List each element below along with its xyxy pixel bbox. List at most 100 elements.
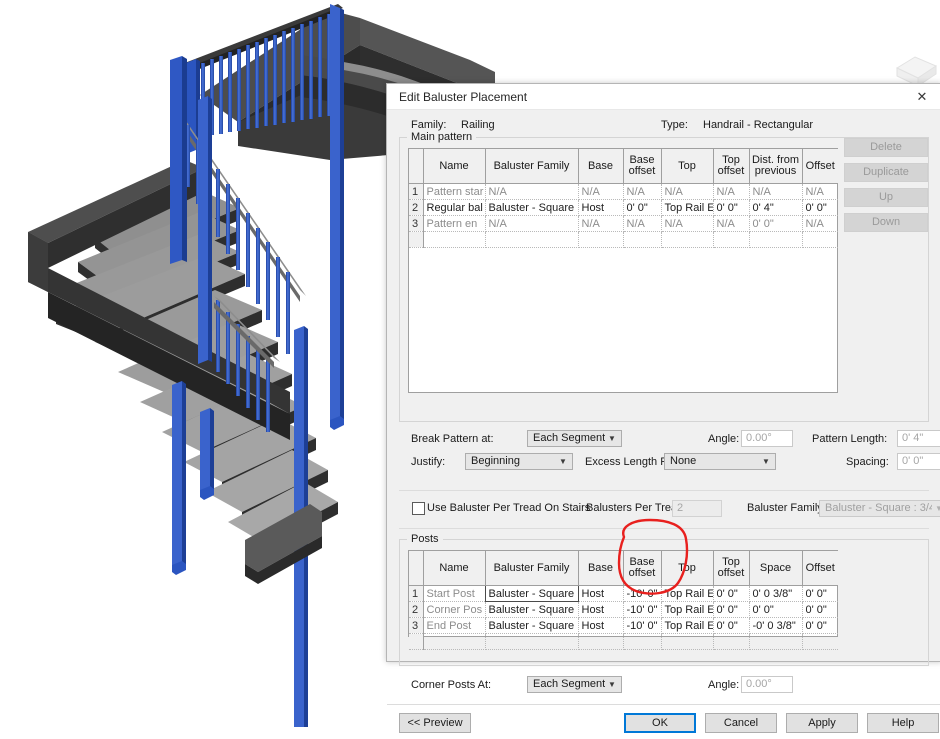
cell-base[interactable]: Host <box>578 618 623 634</box>
cell-family[interactable]: N/A <box>485 216 578 232</box>
corner-posts-select[interactable]: Each Segment End ▼ <box>527 676 622 693</box>
col-name[interactable]: Name <box>423 149 485 184</box>
break-pattern-select[interactable]: Each Segment End ▼ <box>527 430 622 447</box>
cell-offset[interactable]: N/A <box>802 184 838 200</box>
cell-blank[interactable] <box>578 634 623 650</box>
cell-top-offset[interactable]: 0' 0" <box>713 602 749 618</box>
cell-blank[interactable] <box>661 232 713 248</box>
pattern-length-input[interactable]: 0' 4" <box>897 430 940 447</box>
cell-blank[interactable] <box>423 634 485 650</box>
cell-blank[interactable] <box>623 634 661 650</box>
cell-blank[interactable] <box>713 634 749 650</box>
tread-baluster-family-select[interactable]: Baluster - Square : 3/4" ▼ <box>819 500 940 517</box>
cell-top[interactable]: Top Rail El <box>661 586 713 602</box>
cell-top-offset[interactable]: N/A <box>713 184 749 200</box>
cell-offset[interactable]: N/A <box>802 216 838 232</box>
balusters-per-tread-input[interactable]: 2 <box>672 500 722 517</box>
cell-family[interactable]: Baluster - Square : 2" <box>485 602 578 618</box>
table-row[interactable]: 2 Regular bal Baluster - Square : 3/4" H… <box>409 200 838 216</box>
apply-button[interactable]: Apply <box>786 713 858 733</box>
cell-blank[interactable] <box>623 232 661 248</box>
cell-base-offset[interactable]: 0' 0" <box>623 200 661 216</box>
help-button[interactable]: Help <box>867 713 939 733</box>
cell-base[interactable]: Host <box>578 586 623 602</box>
cell-name[interactable]: End Post <box>423 618 485 634</box>
use-baluster-per-tread-checkbox[interactable] <box>412 502 425 515</box>
ok-button[interactable]: OK <box>624 713 696 733</box>
col-top[interactable]: Top <box>661 149 713 184</box>
cell-blank[interactable] <box>485 232 578 248</box>
edit-baluster-placement-dialog[interactable]: Edit Baluster Placement ✕ Family: Railin… <box>386 83 940 662</box>
cell-blank[interactable] <box>713 232 749 248</box>
cell-blank[interactable] <box>749 634 802 650</box>
cell-blank[interactable] <box>749 232 802 248</box>
col-dist-from-previous[interactable]: Dist. from previous <box>749 149 802 184</box>
cell-blank[interactable] <box>802 634 838 650</box>
cell-family[interactable]: Baluster - Square : 3/4" <box>485 200 578 216</box>
cell-dist[interactable]: 0' 0" <box>749 216 802 232</box>
preview-button[interactable]: << Preview <box>399 713 471 733</box>
down-button[interactable]: Down <box>844 213 928 232</box>
cell-base[interactable]: Host <box>578 200 623 216</box>
table-row[interactable]: 1 Start Post Baluster - Square : 2 Host … <box>409 586 838 602</box>
up-button[interactable]: Up <box>844 188 928 207</box>
cell-top[interactable]: Top Rail El <box>661 618 713 634</box>
table-row[interactable]: 2 Corner Pos Baluster - Square : 2" Host… <box>409 602 838 618</box>
cancel-button[interactable]: Cancel <box>705 713 777 733</box>
cell-name[interactable]: Regular bal <box>423 200 485 216</box>
cell-base-offset[interactable]: -10' 0" <box>623 586 661 602</box>
cell-base[interactable]: N/A <box>578 184 623 200</box>
col-baluster-family[interactable]: Baluster Family <box>485 149 578 184</box>
cell-offset[interactable]: 0' 0" <box>802 618 838 634</box>
delete-button[interactable]: Delete <box>844 138 928 157</box>
table-row[interactable]: 1 Pattern star N/A N/A N/A N/A N/A N/A N… <box>409 184 838 200</box>
col-baluster-family[interactable]: Baluster Family <box>485 551 578 586</box>
use-baluster-per-tread-label[interactable]: Use Baluster Per Tread On Stairs <box>427 502 590 514</box>
col-base-offset[interactable]: Base offset <box>623 149 661 184</box>
cell-offset[interactable]: 0' 0" <box>802 200 838 216</box>
col-base[interactable]: Base <box>578 149 623 184</box>
main-pattern-table[interactable]: Name Baluster Family Base Base offset To… <box>408 148 838 393</box>
cell-offset[interactable]: 0' 0" <box>802 586 838 602</box>
table-row[interactable]: 3 End Post Baluster - Square : 2" Host -… <box>409 618 838 634</box>
cell-top-offset[interactable]: N/A <box>713 216 749 232</box>
corner-angle-input[interactable]: 0.00° <box>741 676 793 693</box>
table-row[interactable]: 3 Pattern en N/A N/A N/A N/A N/A 0' 0" N… <box>409 216 838 232</box>
cell-space[interactable]: 0' 0" <box>749 602 802 618</box>
cell-top[interactable]: Top Rail El <box>661 602 713 618</box>
col-name[interactable]: Name <box>423 551 485 586</box>
cell-name[interactable]: Pattern en <box>423 216 485 232</box>
cell-offset[interactable]: 0' 0" <box>802 602 838 618</box>
justify-select[interactable]: Beginning ▼ <box>465 453 573 470</box>
cell-space[interactable]: -0' 0 3/8" <box>749 618 802 634</box>
angle-input[interactable]: 0.00° <box>741 430 793 447</box>
table-row[interactable] <box>409 634 838 650</box>
col-base[interactable]: Base <box>578 551 623 586</box>
cell-blank[interactable] <box>423 232 485 248</box>
cell-base[interactable]: N/A <box>578 216 623 232</box>
col-top-offset[interactable]: Top offset <box>713 149 749 184</box>
cell-blank[interactable] <box>578 232 623 248</box>
cell-dist[interactable]: N/A <box>749 184 802 200</box>
cell-top-offset[interactable]: 0' 0" <box>713 200 749 216</box>
close-icon[interactable]: ✕ <box>903 84 940 109</box>
excess-length-select[interactable]: None ▼ <box>664 453 776 470</box>
cell-family[interactable]: N/A <box>485 184 578 200</box>
duplicate-button[interactable]: Duplicate <box>844 163 928 182</box>
spacing-input[interactable]: 0' 0" <box>897 453 940 470</box>
col-offset[interactable]: Offset <box>802 551 838 586</box>
col-offset[interactable]: Offset <box>802 149 838 184</box>
posts-table[interactable]: Name Baluster Family Base Base offset To… <box>408 550 838 637</box>
col-top[interactable]: Top <box>661 551 713 586</box>
cell-family[interactable]: Baluster - Square : 2" <box>485 618 578 634</box>
cell-name[interactable]: Corner Pos <box>423 602 485 618</box>
cell-blank[interactable] <box>802 232 838 248</box>
col-space[interactable]: Space <box>749 551 802 586</box>
cell-top[interactable]: N/A <box>661 184 713 200</box>
col-rownum[interactable] <box>409 149 423 184</box>
cell-base-offset[interactable]: -10' 0" <box>623 602 661 618</box>
cell-base[interactable]: Host <box>578 602 623 618</box>
col-rownum[interactable] <box>409 551 423 586</box>
cell-dist[interactable]: 0' 4" <box>749 200 802 216</box>
cell-name[interactable]: Start Post <box>423 586 485 602</box>
